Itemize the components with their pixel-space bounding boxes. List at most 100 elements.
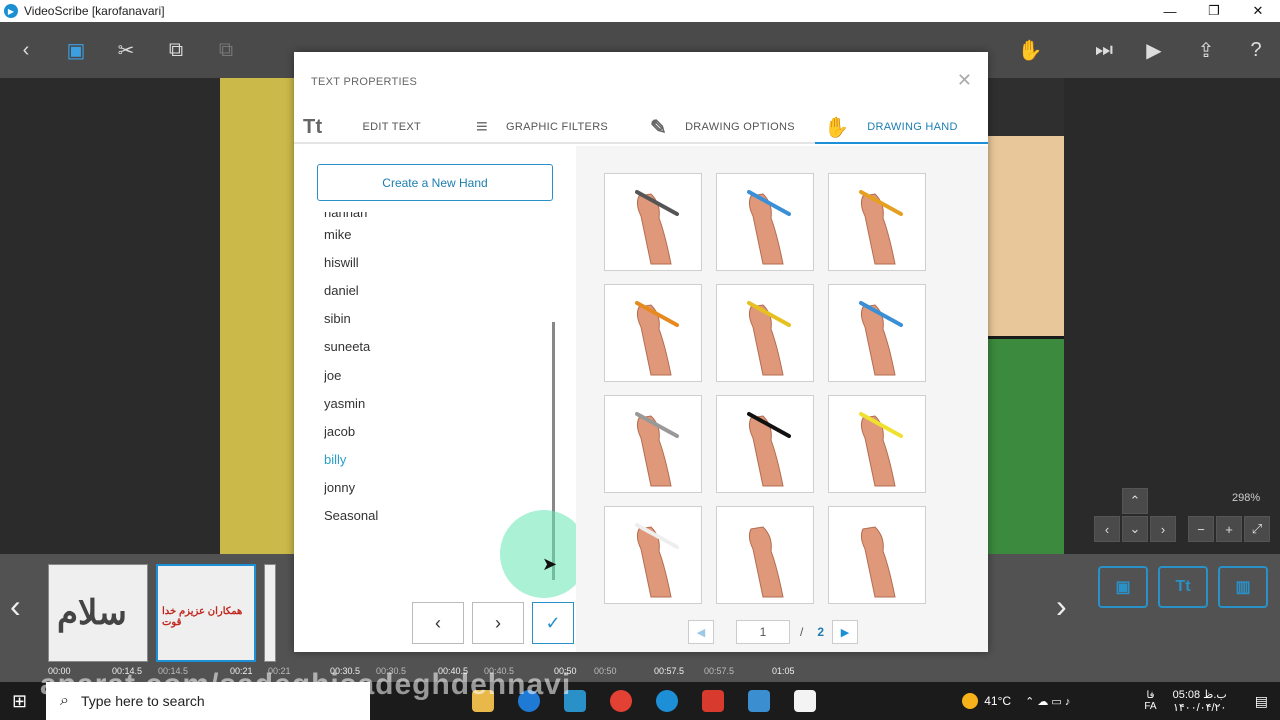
back-icon[interactable]: ‹	[14, 38, 38, 62]
paste-icon[interactable]: ⧉	[214, 38, 238, 62]
page-input[interactable]: 1	[736, 620, 790, 644]
window-controls: — ❐ ✕	[1148, 0, 1280, 22]
tab-label: EDIT TEXT	[362, 121, 422, 133]
add-image-button[interactable]: ▣	[1098, 566, 1148, 608]
hand-list-item[interactable]: hiswill	[324, 248, 544, 276]
hand-option[interactable]	[604, 284, 702, 382]
pan-down-icon[interactable]: ⌄	[1122, 516, 1148, 542]
timeline-thumb-3[interactable]	[264, 564, 276, 662]
hand-list-item[interactable]: daniel	[324, 276, 544, 304]
dialog-title: TEXT PROPERTIES	[311, 76, 418, 88]
weather-icon	[962, 693, 979, 709]
hand-list-item[interactable]: suneeta	[324, 333, 544, 361]
app-blue-icon[interactable]	[748, 690, 770, 712]
hand-option[interactable]	[716, 173, 814, 271]
previous-button[interactable]: ‹	[412, 602, 464, 644]
clock[interactable]: 05:08 ب.ظ ۱۴۰۰/۰۴/۲۰	[1173, 688, 1227, 714]
window-title: VideoScribe [karofanavari]	[24, 4, 165, 18]
zoom-out-icon[interactable]: −	[1188, 516, 1214, 542]
app-red-icon[interactable]	[702, 690, 724, 712]
save-icon[interactable]: ▣	[64, 38, 88, 62]
tab-edit-text[interactable]: Tt EDIT TEXT	[303, 110, 421, 144]
app-white-icon[interactable]	[794, 690, 816, 712]
tab-label: GRAPHIC FILTERS	[505, 121, 609, 133]
hand-option[interactable]	[604, 506, 702, 604]
timeline-thumb-2[interactable]: همکاران عزیزم خدا قوت	[156, 564, 256, 662]
language-indicator[interactable]: فا FA	[1144, 690, 1156, 712]
canvas-yellow-shape	[220, 78, 300, 554]
hand-list-item[interactable]: mike	[324, 220, 544, 248]
hand-list-item[interactable]: sibin	[324, 305, 544, 333]
thumb-1-text: سلام	[57, 594, 127, 632]
pan-right-icon[interactable]: ›	[1150, 516, 1176, 542]
hand-option[interactable]	[828, 395, 926, 493]
hand-tool-icon[interactable]: ✋	[1018, 38, 1043, 62]
prev-page-icon[interactable]: ◀	[688, 620, 714, 644]
videoscribe-icon[interactable]	[656, 690, 678, 712]
fit-screen-icon[interactable]: ⤢	[1244, 516, 1270, 542]
tray-icons[interactable]: ⌃ ☁ ▭ ♪	[1025, 695, 1070, 708]
play-icon[interactable]: ▶	[1142, 38, 1166, 62]
hand-option[interactable]	[828, 284, 926, 382]
temperature: 41°C	[984, 694, 1012, 708]
hand-option[interactable]	[828, 173, 926, 271]
hand-option[interactable]	[604, 395, 702, 493]
canvas-margin-left	[0, 78, 220, 554]
hand-image-icon	[859, 301, 903, 376]
share-icon[interactable]: ⇪	[1194, 38, 1218, 62]
app-icon: ▶	[4, 4, 18, 18]
tab-graphic-filters[interactable]: ≡ GRAPHIC FILTERS	[476, 110, 608, 144]
hand-option[interactable]	[716, 395, 814, 493]
maximize-icon[interactable]: ❐	[1192, 0, 1236, 22]
hand-list-item[interactable]: yasmin	[324, 389, 544, 417]
hand-list-item[interactable]: hannah	[324, 212, 544, 220]
hand-image-icon	[635, 412, 679, 487]
timeline-thumb-1[interactable]: سلام	[48, 564, 148, 662]
hand-option[interactable]	[716, 284, 814, 382]
pan-up-icon[interactable]: ⌃	[1122, 488, 1148, 514]
hand-option[interactable]	[604, 173, 702, 271]
hand-image-icon	[635, 190, 679, 265]
cut-icon[interactable]: ✂	[114, 38, 138, 62]
windows-start-icon[interactable]: ⊞	[12, 691, 27, 712]
chevron-left-icon: ‹	[435, 612, 441, 633]
help-icon[interactable]: ?	[1244, 38, 1268, 62]
text-icon: Tt	[303, 115, 323, 138]
add-text-button[interactable]: Tt	[1158, 566, 1208, 608]
active-tab-indicator	[815, 142, 988, 144]
next-button[interactable]: ›	[472, 602, 524, 644]
next-page-icon[interactable]: ▶	[832, 620, 859, 644]
timeline-prev-icon[interactable]: ‹	[10, 588, 21, 625]
tab-drawing-options[interactable]: ✎ DRAWING OPTIONS	[650, 110, 795, 144]
page-separator: /	[800, 625, 804, 639]
thumb-2-text: همکاران عزیزم خدا قوت	[162, 606, 243, 628]
canvas-margin-right	[1064, 78, 1280, 554]
timeline-next-icon[interactable]: ›	[1056, 588, 1067, 625]
pagination: ◀ 1 / 2 ▶	[688, 620, 859, 644]
hand-list-item[interactable]: jonny	[324, 474, 544, 502]
hand-list-item-selected[interactable]: billy	[324, 446, 544, 474]
tab-drawing-hand[interactable]: ✋ DRAWING HAND	[824, 110, 958, 144]
system-tray: 41°C ⌃ ☁ ▭ ♪ فا FA 05:08 ب.ظ ۱۴۰۰/۰۴/۲۰ …	[962, 682, 1280, 720]
pan-left-icon[interactable]: ‹	[1094, 516, 1120, 542]
copy-icon[interactable]: ⧉	[164, 38, 188, 62]
page-total: 2	[817, 625, 825, 639]
chrome-icon[interactable]	[610, 690, 632, 712]
hand-image-icon	[859, 412, 903, 487]
play-from-icon[interactable]: ⏭	[1092, 38, 1116, 62]
close-icon[interactable]: ✕	[957, 70, 972, 91]
hand-option[interactable]	[716, 506, 814, 604]
zoom-level: 298%	[1232, 492, 1261, 504]
hand-grid-pane: ◀ 1 / 2 ▶	[576, 146, 988, 652]
confirm-button[interactable]: ✓	[532, 602, 574, 644]
zoom-in-icon[interactable]: +	[1216, 516, 1242, 542]
add-chart-button[interactable]: ▥	[1218, 566, 1268, 608]
hand-list-item[interactable]: joe	[324, 361, 544, 389]
minimize-icon[interactable]: —	[1148, 0, 1192, 22]
create-new-hand-button[interactable]: Create a New Hand	[317, 164, 553, 201]
dialog-tabs: Tt EDIT TEXT ≡ GRAPHIC FILTERS ✎ DRAWING…	[294, 110, 988, 144]
hand-option[interactable]	[828, 506, 926, 604]
hand-list-item[interactable]: jacob	[324, 417, 544, 445]
notifications-icon[interactable]: ▤	[1255, 693, 1268, 710]
close-window-icon[interactable]: ✕	[1236, 0, 1280, 22]
